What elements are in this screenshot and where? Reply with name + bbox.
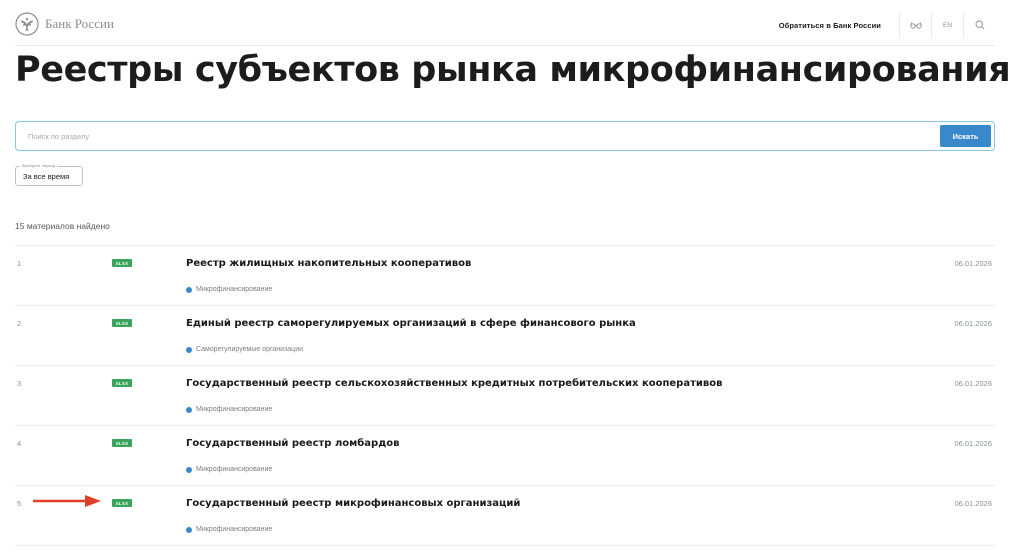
tag-dot-icon [186,286,192,293]
list-item: 4 XLSX Государственный реестр ломбардов … [15,426,995,486]
item-tag[interactable]: Саморегулируемые организации [186,346,303,353]
item-title-link[interactable]: Реестр жилищных накопительных кооператив… [186,258,471,269]
period-select[interactable]: Выберите период За все время [15,163,83,186]
results-count: 15 материалов найдено [15,221,110,231]
logo-text: Банк России [45,16,114,31]
item-number: 2 [17,319,22,328]
item-tag[interactable]: Микрофинансирование [186,406,272,413]
item-title-link[interactable]: Государственный реестр сельскохозяйствен… [186,378,722,389]
item-tag[interactable]: Микрофинансирование [186,466,272,473]
list-item: 1 XLSX Реестр жилищных накопительных коо… [15,246,995,306]
item-tag[interactable]: Микрофинансирование [186,526,272,533]
item-date: 06.01.2026 [954,439,992,448]
file-format-badge: XLSX [112,379,132,387]
search-box: Искать [15,121,995,151]
item-number: 3 [17,379,22,388]
header-actions: Обратиться в Банк России EN [779,12,995,38]
language-switch-button[interactable]: EN [931,12,963,38]
annotation-arrow-icon [33,495,101,507]
item-title-link[interactable]: Государственный реестр ломбардов [186,438,399,449]
file-format-badge: XLSX [112,319,132,327]
search-submit-button[interactable]: Искать [940,125,991,147]
item-tag-label: Микрофинансирование [196,466,273,473]
results-list: 1 XLSX Реестр жилищных накопительных коо… [15,245,995,546]
item-date: 06.01.2026 [954,379,992,388]
item-tag-label: Микрофинансирование [196,406,273,413]
item-tag-label: Микрофинансирование [196,286,273,293]
item-date: 06.01.2026 [954,499,992,508]
search-input[interactable] [28,128,928,144]
file-format-badge: XLSX [112,499,132,507]
item-date: 06.01.2026 [954,259,992,268]
item-title-link[interactable]: Единый реестр саморегулируемых организац… [186,318,636,329]
page-title: Реестры субъектов рынка микрофинансирова… [15,50,1011,90]
period-value: За все время [23,172,70,181]
item-number: 1 [17,259,22,268]
accessibility-glasses-icon [909,22,922,29]
tag-dot-icon [186,406,192,413]
site-header: Банк России Обратиться в Банк России EN [15,12,995,46]
item-number: 5 [17,499,22,508]
list-item: 3 XLSX Государственный реестр сельскохоз… [15,366,995,426]
search-icon [975,20,985,30]
tag-dot-icon [186,526,192,533]
language-label: EN [942,21,953,29]
header-search-button[interactable] [963,12,995,38]
item-number: 4 [17,439,22,448]
tag-dot-icon [186,466,192,473]
item-tag-label: Саморегулируемые организации [196,346,304,353]
bank-emblem-icon [15,12,39,36]
list-item: 5 XLSX Государственный реестр микрофинан… [15,486,995,546]
list-item: 2 XLSX Единый реестр саморегулируемых ор… [15,306,995,366]
item-title-link[interactable]: Государственный реестр микрофинансовых о… [186,498,520,509]
item-tag-label: Микрофинансирование [196,526,273,533]
item-date: 06.01.2026 [954,319,992,328]
logo[interactable]: Банк России [15,12,114,36]
item-tag[interactable]: Микрофинансирование [186,286,272,293]
file-format-badge: XLSX [112,259,132,267]
contact-bank-link[interactable]: Обратиться в Банк России [779,21,881,30]
period-legend: Выберите период [20,163,57,169]
accessibility-button[interactable] [899,12,931,38]
file-format-badge: XLSX [112,439,132,447]
tag-dot-icon [186,346,192,353]
